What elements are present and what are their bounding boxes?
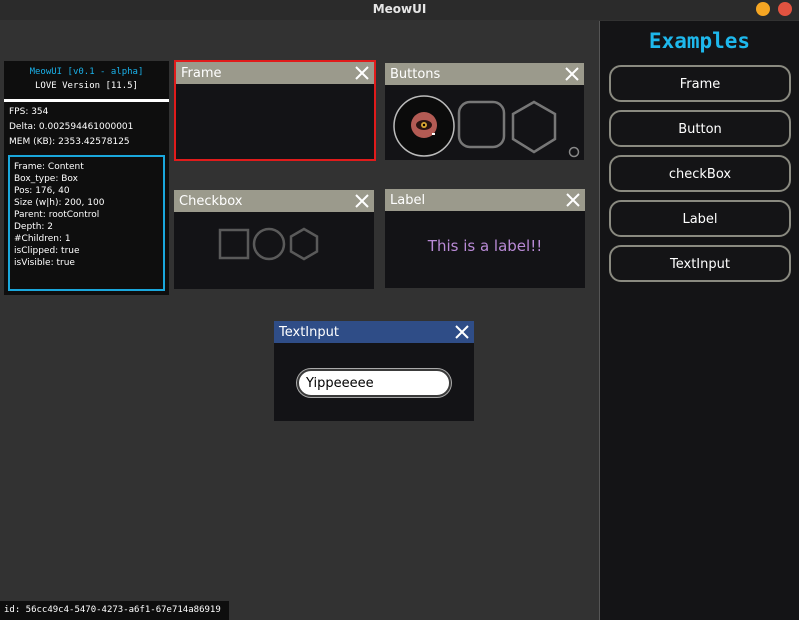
example-button-label[interactable]: Label [609, 200, 791, 237]
buttons-window[interactable]: Buttons [385, 63, 584, 160]
examples-sidebar: Examples Frame Button checkBox Label Tex… [599, 21, 799, 620]
info-line: #Children: 1 [14, 234, 71, 244]
frame-window[interactable]: Frame [174, 60, 376, 161]
demo-label: This is a label!! [427, 237, 543, 255]
textinput-window[interactable]: TextInput Yippeeeee [274, 321, 474, 421]
textinput-window-title: TextInput [279, 325, 339, 340]
example-button-label: Button [678, 122, 722, 137]
fps-stat: FPS: 354 [9, 107, 49, 117]
info-line: Size (w|h): 200, 100 [14, 198, 105, 208]
example-button-checkbox[interactable]: checkBox [609, 155, 791, 192]
close-window-button[interactable] [778, 2, 792, 16]
buttons-window-header[interactable]: Buttons [385, 63, 584, 85]
example-button-label: TextInput [670, 257, 730, 272]
example-button-label-text: Label [682, 212, 718, 227]
minimize-button[interactable] [756, 2, 770, 16]
info-line: Box_type: Box [14, 174, 78, 184]
circle-checkbox[interactable] [252, 227, 286, 261]
label-window-title: Label [390, 193, 426, 208]
example-button-frame[interactable]: Frame [609, 65, 791, 102]
text-input-value: Yippeeeee [306, 376, 374, 391]
info-line: Frame: Content [14, 162, 84, 172]
frame-window-title: Frame [181, 66, 222, 81]
love-version-label: LOVE Version [11.5] [35, 81, 138, 91]
app-title: MeowUI [372, 2, 427, 16]
example-button-button[interactable]: Button [609, 110, 791, 147]
delta-stat: Delta: 0.002594461000001 [9, 122, 134, 132]
example-button-label: checkBox [668, 167, 732, 182]
element-id-text: id: 56cc49c4-5470-4273-a6f1-67e714a86919 [4, 605, 221, 615]
label-window-header[interactable]: Label [385, 189, 585, 211]
frame-window-header[interactable]: Frame [176, 62, 374, 84]
checkbox-window-header[interactable]: Checkbox [174, 190, 374, 212]
info-line: Pos: 176, 40 [14, 186, 70, 196]
label-window[interactable]: Label This is a label!! [385, 189, 585, 288]
image-button[interactable] [393, 95, 455, 157]
info-line: isClipped: true [14, 246, 80, 256]
textinput-window-header[interactable]: TextInput [274, 321, 474, 343]
text-input-field[interactable]: Yippeeeee [297, 369, 451, 397]
info-line: Parent: rootControl [14, 210, 100, 220]
close-icon[interactable] [565, 192, 581, 208]
id-status-bar: id: 56cc49c4-5470-4273-a6f1-67e714a86919 [0, 601, 229, 620]
checkbox-window[interactable]: Checkbox [174, 190, 374, 289]
buttons-demo [393, 95, 580, 158]
info-line: Depth: 2 [14, 222, 54, 232]
rounded-rect-button[interactable] [457, 100, 506, 149]
checkbox-window-title: Checkbox [179, 194, 243, 209]
version-label: MeowUI [v0.1 - alpha] [29, 67, 144, 77]
info-line: isVisible: true [14, 258, 75, 268]
close-icon[interactable] [354, 65, 370, 81]
square-checkbox[interactable] [218, 228, 250, 260]
close-icon[interactable] [354, 193, 370, 209]
close-icon[interactable] [454, 324, 470, 340]
debug-divider [4, 99, 169, 102]
hexagon-checkbox[interactable] [289, 227, 319, 261]
debug-panel: MeowUI [v0.1 - alpha] LOVE Version [11.5… [4, 61, 169, 295]
example-button-textinput[interactable]: TextInput [609, 245, 791, 282]
hover-info-box: Frame: Content Box_type: Box Pos: 176, 4… [8, 155, 165, 291]
close-icon[interactable] [564, 66, 580, 82]
title-bar: MeowUI [0, 0, 799, 20]
buttons-window-title: Buttons [390, 67, 441, 82]
example-button-label: Frame [679, 77, 721, 92]
hexagon-button[interactable] [511, 100, 557, 154]
sidebar-heading: Examples [648, 29, 751, 53]
memory-stat: MEM (KB): 2353.42578125 [9, 137, 130, 147]
checkbox-demo [218, 227, 319, 261]
small-circle-button[interactable] [568, 146, 580, 158]
